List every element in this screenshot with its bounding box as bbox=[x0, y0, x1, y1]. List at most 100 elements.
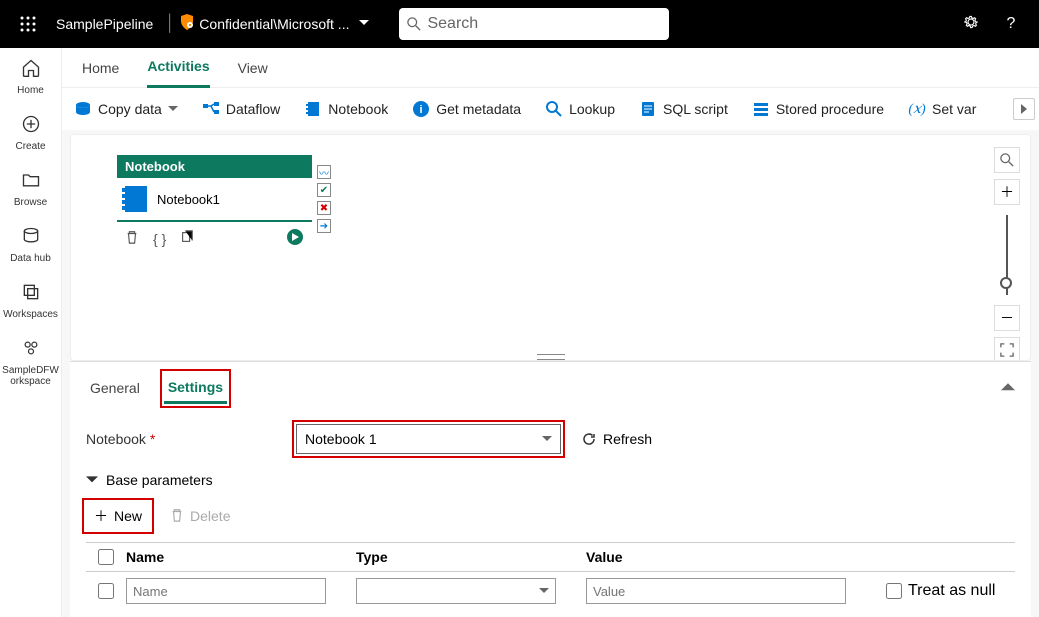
workspace-icon bbox=[21, 338, 41, 363]
tab-view[interactable]: View bbox=[238, 48, 268, 88]
search-input[interactable]: Search bbox=[399, 8, 669, 40]
app-launcher-icon[interactable] bbox=[8, 16, 48, 32]
notebook-field-row: Notebook * Notebook 1 Refresh bbox=[86, 424, 1015, 454]
home-icon bbox=[21, 58, 41, 83]
refresh-icon bbox=[581, 431, 597, 447]
canvas-search-icon[interactable] bbox=[994, 147, 1020, 173]
delete-param-button[interactable]: Delete bbox=[170, 508, 230, 525]
row-select-checkbox[interactable] bbox=[98, 583, 114, 599]
copy-data-icon bbox=[74, 100, 92, 118]
success-port-icon[interactable]: ✔ bbox=[317, 183, 331, 197]
ribbon-scroll-right[interactable] bbox=[1013, 98, 1035, 120]
ribbon-stored-procedure[interactable]: Stored procedure bbox=[752, 100, 884, 118]
completion-port-icon[interactable]: ➔ bbox=[317, 219, 331, 233]
notebook-label: Notebook * bbox=[86, 431, 296, 447]
select-all-checkbox[interactable] bbox=[98, 549, 114, 565]
ribbon-copy-data[interactable]: Copy data bbox=[74, 100, 178, 118]
zoom-out-icon[interactable]: － bbox=[994, 305, 1020, 331]
refresh-button[interactable]: Refresh bbox=[581, 431, 652, 447]
canvas-toolbar: ＋ － bbox=[994, 147, 1020, 361]
chevron-down-icon bbox=[168, 104, 178, 114]
param-value-input[interactable] bbox=[586, 578, 846, 604]
rail-item-home[interactable]: Home bbox=[0, 58, 62, 96]
pipeline-name: SamplePipeline bbox=[48, 16, 161, 32]
activity-status-ports: 〰 ✔ ✖ ➔ bbox=[317, 165, 331, 233]
config-tab-settings[interactable]: Settings bbox=[164, 373, 227, 404]
rail-item-datahub[interactable]: Data hub bbox=[0, 226, 62, 264]
notebook-icon bbox=[125, 186, 147, 212]
fit-screen-icon[interactable] bbox=[994, 337, 1020, 361]
code-braces-icon[interactable]: { } bbox=[153, 231, 166, 247]
activity-config-panel: General Settings Notebook * Notebook 1 R… bbox=[70, 361, 1031, 617]
rail-item-sample-workspace[interactable]: SampleDFW orkspace bbox=[0, 338, 62, 387]
col-header-name: Name bbox=[126, 549, 356, 565]
stored-proc-icon bbox=[752, 100, 770, 118]
workspace-name: Confidential\Microsoft ... bbox=[199, 16, 349, 32]
left-nav-rail: Home Create Browse Data hub Workspaces S… bbox=[0, 48, 62, 617]
table-row: Treat as null bbox=[86, 572, 1015, 610]
workspace-dropdown-icon[interactable] bbox=[349, 15, 379, 33]
zoom-slider-handle[interactable] bbox=[1000, 277, 1012, 289]
tab-home[interactable]: Home bbox=[82, 48, 119, 88]
new-param-button[interactable]: ＋ New bbox=[86, 502, 150, 530]
settings-gear-icon[interactable] bbox=[951, 13, 991, 36]
lookup-search-icon bbox=[545, 100, 563, 118]
info-icon: i bbox=[412, 100, 430, 118]
dataflow-icon bbox=[202, 100, 220, 118]
search-placeholder: Search bbox=[427, 15, 478, 33]
param-actions-row: ＋ New Delete bbox=[86, 502, 1015, 530]
help-icon[interactable]: ? bbox=[991, 15, 1031, 33]
treat-as-null-checkbox[interactable] bbox=[886, 583, 902, 599]
ribbon-dataflow[interactable]: Dataflow bbox=[202, 100, 280, 118]
workspaces-icon bbox=[21, 282, 41, 307]
col-header-type: Type bbox=[356, 549, 586, 565]
breadcrumb-separator: │ bbox=[161, 15, 179, 33]
chart-port-icon[interactable]: 〰 bbox=[317, 165, 331, 179]
chevron-down-icon bbox=[86, 474, 98, 486]
activity-ribbon: Copy data Dataflow Notebook i Get metada… bbox=[62, 88, 1039, 130]
ribbon-lookup[interactable]: Lookup bbox=[545, 100, 615, 118]
ribbon-set-variable[interactable]: (𝑥) Set var bbox=[908, 100, 976, 118]
param-type-dropdown[interactable] bbox=[356, 578, 556, 604]
ribbon-notebook[interactable]: Notebook bbox=[304, 100, 388, 118]
table-header-row: Name Type Value bbox=[86, 542, 1015, 572]
workspace-shield-icon bbox=[179, 14, 195, 35]
failure-port-icon[interactable]: ✖ bbox=[317, 201, 331, 215]
notebook-icon bbox=[304, 100, 322, 118]
variable-icon: (𝑥) bbox=[908, 100, 926, 118]
ribbon-get-metadata[interactable]: i Get metadata bbox=[412, 100, 521, 118]
panel-collapse-icon[interactable] bbox=[1001, 379, 1015, 398]
config-tab-general[interactable]: General bbox=[86, 374, 144, 402]
rail-item-create[interactable]: Create bbox=[0, 114, 62, 152]
delete-icon[interactable] bbox=[125, 230, 139, 247]
chevron-down-icon bbox=[542, 434, 552, 444]
main-area: Home Activities View Copy data Dataflow … bbox=[62, 48, 1039, 617]
datahub-icon bbox=[21, 226, 41, 251]
ribbon-sql-script[interactable]: SQL script bbox=[639, 100, 728, 118]
notebook-dropdown[interactable]: Notebook 1 bbox=[296, 424, 561, 454]
treat-as-null-label: Treat as null bbox=[908, 582, 995, 600]
chevron-down-icon bbox=[539, 586, 549, 596]
rail-item-browse[interactable]: Browse bbox=[0, 170, 62, 208]
base-parameters-toggle[interactable]: Base parameters bbox=[86, 472, 1015, 488]
zoom-slider[interactable] bbox=[1006, 215, 1008, 295]
activity-name: Notebook1 bbox=[157, 192, 220, 207]
search-wrap: Search bbox=[399, 8, 669, 40]
pipeline-canvas[interactable]: ＋ － Notebook Notebook1 { } 〰 ✔ ✖ ➔ bbox=[70, 134, 1031, 361]
topbar: SamplePipeline │ Confidential\Microsoft … bbox=[0, 0, 1039, 48]
create-icon bbox=[21, 114, 41, 139]
base-parameters-table: Name Type Value Treat as null bbox=[86, 542, 1015, 610]
delete-icon bbox=[170, 508, 184, 525]
col-header-value: Value bbox=[586, 549, 886, 565]
activity-type-label: Notebook bbox=[117, 155, 312, 178]
param-name-input[interactable] bbox=[126, 578, 326, 604]
editor-tabs: Home Activities View bbox=[62, 48, 1039, 88]
config-tabs: General Settings bbox=[86, 370, 1015, 406]
rail-item-workspaces[interactable]: Workspaces bbox=[0, 282, 62, 320]
zoom-in-icon[interactable]: ＋ bbox=[994, 179, 1020, 205]
sql-script-icon bbox=[639, 100, 657, 118]
run-arrow-icon[interactable] bbox=[286, 228, 304, 249]
tab-activities[interactable]: Activities bbox=[147, 48, 209, 88]
notebook-activity-card[interactable]: Notebook Notebook1 { } bbox=[117, 155, 312, 259]
copy-icon[interactable] bbox=[180, 230, 194, 247]
